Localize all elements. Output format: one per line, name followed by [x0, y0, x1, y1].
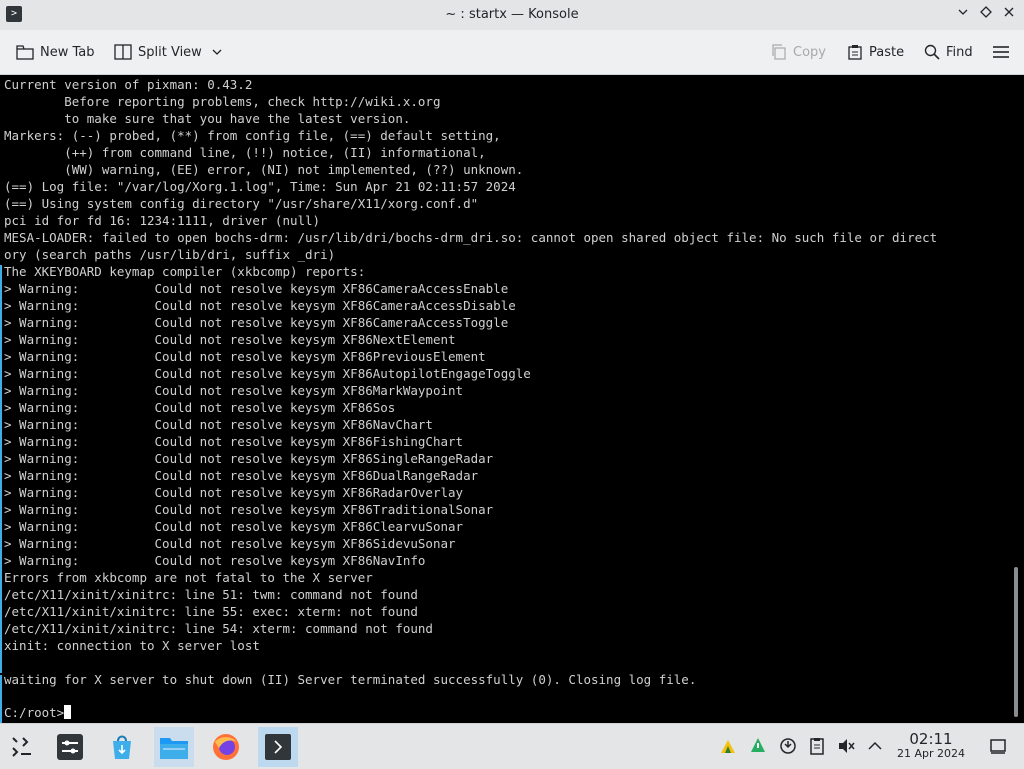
terminal-line: > Warning: Could not resolve keysym XF86… [4, 553, 426, 568]
find-label: Find [946, 44, 973, 60]
terminal-line: > Warning: Could not resolve keysym XF86… [4, 400, 396, 415]
hamburger-menu-button[interactable] [992, 40, 1016, 64]
terminal-line: > Warning: Could not resolve keysym XF86… [4, 332, 456, 347]
notes-icon[interactable] [808, 737, 826, 755]
terminal-line: xinit: connection to X server lost [4, 638, 260, 653]
terminal-output: Current version of pixman: 0.43.2 Before… [4, 76, 1010, 688]
minimize-icon[interactable] [953, 5, 973, 25]
network-icon[interactable] [719, 737, 737, 755]
terminal-line: Markers: (--) probed, (**) from config f… [4, 128, 501, 143]
terminal-scrollbar[interactable] [1014, 567, 1018, 717]
terminal-line: > Warning: Could not resolve keysym XF86… [4, 298, 516, 313]
terminal-line: /etc/X11/xinit/xinitrc: line 55: exec: x… [4, 604, 418, 619]
clock-date[interactable]: 21 Apr 2024 [890, 747, 972, 760]
terminal-line: Before reporting problems, check http://… [4, 94, 441, 109]
terminal-line: to make sure that you have the latest ve… [4, 111, 411, 126]
paste-button[interactable]: Paste [847, 40, 904, 64]
konsole-task-icon[interactable] [258, 727, 298, 767]
terminal-line: > Warning: Could not resolve keysym XF86… [4, 519, 464, 534]
paste-icon [848, 45, 862, 60]
terminal-line: > Warning: Could not resolve keysym XF86… [4, 468, 479, 483]
new-tab-label: New Tab [40, 44, 95, 60]
terminal-line: (WW) warning, (EE) error, (NI) not imple… [4, 162, 524, 177]
split-view-label: Split View [138, 44, 202, 60]
application-launcher-icon[interactable] [2, 727, 42, 767]
discover-store-icon[interactable] [102, 727, 142, 767]
update-icon[interactable] [749, 737, 767, 755]
terminal-line: > Warning: Could not resolve keysym XF86… [4, 383, 464, 398]
close-icon[interactable] [999, 5, 1019, 25]
konsole-toolbar: New Tab Split View Copy Paste Find [0, 30, 1024, 75]
copy-button[interactable]: Copy [771, 40, 826, 64]
expand-tray-icon[interactable] [866, 737, 884, 755]
file-manager-icon[interactable] [154, 727, 194, 767]
terminal-line: > Warning: Could not resolve keysym XF86… [4, 536, 456, 551]
volume-muted-icon[interactable] [837, 737, 855, 755]
firefox-icon[interactable] [206, 727, 246, 767]
terminal-line: > Warning: Could not resolve keysym XF86… [4, 434, 464, 449]
find-button[interactable]: Find [924, 40, 973, 64]
prompt-marker [0, 675, 2, 723]
output-marker [0, 265, 2, 673]
show-desktop-icon[interactable] [989, 737, 1007, 755]
clock-time[interactable]: 02:11 [893, 730, 969, 748]
terminal-line: > Warning: Could not resolve keysym XF86… [4, 281, 509, 296]
split-view-icon [114, 44, 132, 60]
taskbar [0, 723, 1024, 769]
copy-label: Copy [793, 44, 826, 60]
clipboard-icon[interactable] [779, 737, 797, 755]
terminal-line: pci id for fd 16: 1234:1111, driver (nul… [4, 213, 321, 228]
paste-label: Paste [869, 44, 905, 60]
system-settings-icon[interactable] [50, 727, 90, 767]
terminal-line: (==) Log file: "/var/log/Xorg.1.log", Ti… [4, 179, 516, 194]
terminal-line: > Warning: Could not resolve keysym XF86… [4, 417, 433, 432]
terminal-line: Current version of pixman: 0.43.2 [4, 77, 253, 92]
terminal-line: Errors from xkbcomp are not fatal to the… [4, 570, 373, 585]
window-title: ~ : startx — Konsole [445, 7, 579, 22]
terminal-line: > Warning: Could not resolve keysym XF86… [4, 349, 486, 364]
maximize-icon[interactable] [976, 5, 996, 25]
terminal-line: > Warning: Could not resolve keysym XF86… [4, 315, 509, 330]
text-cursor [64, 705, 72, 719]
terminal-prompt: C:/root> [4, 705, 65, 720]
hamburger-menu-icon [993, 46, 1009, 58]
window-titlebar[interactable]: > ~ : startx — Konsole [0, 0, 1024, 30]
split-view-button[interactable]: Split View [114, 40, 224, 64]
terminal-line: ory (search paths /usr/lib/dri, suffix _… [4, 247, 336, 262]
terminal-prompt-line[interactable]: C:/root> [4, 704, 72, 721]
new-tab-button[interactable]: New Tab [16, 40, 95, 64]
new-tab-icon [16, 45, 34, 60]
terminal-line: /etc/X11/xinit/xinitrc: line 54: xterm: … [4, 621, 433, 636]
terminal-line: (++) from command line, (!!) notice, (II… [4, 145, 486, 160]
terminal-line: The XKEYBOARD keymap compiler (xkbcomp) … [4, 264, 366, 279]
terminal-line: MESA-LOADER: failed to open bochs-drm: /… [4, 230, 938, 245]
chevron-down-icon[interactable] [210, 47, 224, 57]
terminal-line: > Warning: Could not resolve keysym XF86… [4, 366, 531, 381]
terminal-line: /etc/X11/xinit/xinitrc: line 51: twm: co… [4, 587, 418, 602]
search-icon [924, 44, 940, 60]
terminal-view[interactable]: Current version of pixman: 0.43.2 Before… [0, 75, 1024, 723]
terminal-line: > Warning: Could not resolve keysym XF86… [4, 451, 494, 466]
terminal-line: > Warning: Could not resolve keysym XF86… [4, 502, 494, 517]
terminal-line: (==) Using system config directory "/usr… [4, 196, 479, 211]
copy-icon [772, 44, 786, 60]
terminal-line: > Warning: Could not resolve keysym XF86… [4, 485, 464, 500]
terminal-line: waiting for X server to shut down (II) S… [4, 672, 697, 687]
